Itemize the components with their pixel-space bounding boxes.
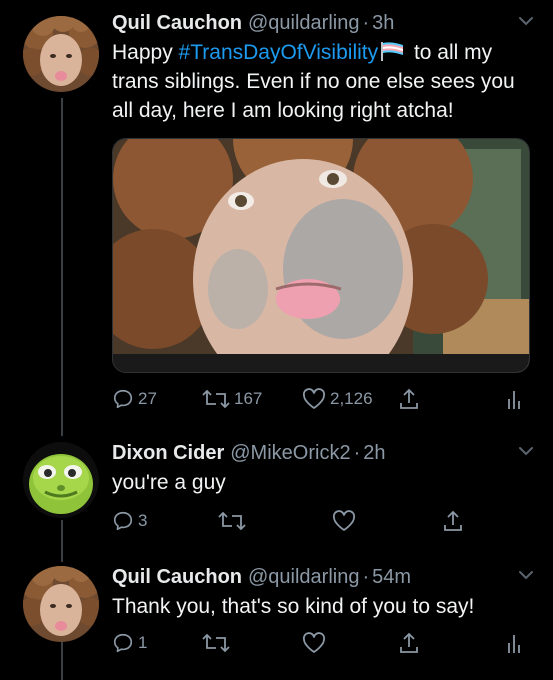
heart-icon	[302, 388, 326, 409]
chevron-down-icon[interactable]	[517, 568, 535, 582]
like-button[interactable]	[332, 508, 356, 534]
reply-icon	[113, 633, 133, 653]
tweet-header: Quil Cauchon @quildarling · 3h	[112, 10, 539, 36]
chevron-down-icon[interactable]	[517, 444, 535, 458]
tweet-text: Happy #TransDayOfVisibility to all my tr…	[112, 38, 539, 125]
tweet-actions: 1	[112, 630, 532, 656]
hashtag-link[interactable]: #TransDayOfVisibility	[179, 41, 379, 64]
timestamp[interactable]: 3h	[372, 10, 394, 36]
analytics-button[interactable]	[506, 386, 524, 412]
display-name[interactable]: Quil Cauchon	[112, 10, 242, 36]
like-button[interactable]	[302, 630, 326, 656]
user-handle[interactable]: @quildarling	[248, 10, 359, 36]
avatar[interactable]	[23, 566, 99, 642]
tweet-text-part: trans siblings. Even if no one else sees…	[112, 70, 515, 122]
reply-button[interactable]: 1	[112, 630, 147, 656]
tweet-text: Thank you, that's so kind of you to say!	[112, 595, 475, 618]
timestamp[interactable]: 2h	[363, 440, 385, 466]
analytics-button[interactable]	[506, 630, 524, 656]
tweet-actions: 27 167 2,126	[112, 386, 532, 412]
tweet-text: you're a guy	[112, 471, 226, 494]
tweet-actions: 3	[112, 508, 532, 534]
tweet-header: Dixon Cider @MikeOrick2 · 2h	[112, 440, 539, 466]
reply-button[interactable]: 27	[112, 386, 157, 412]
separator: ·	[353, 442, 361, 464]
analytics-icon	[508, 391, 520, 409]
retweet-icon	[218, 511, 246, 531]
tweet[interactable]: Quil Cauchon @quildarling · 54m Thank yo…	[0, 556, 553, 680]
avatar[interactable]	[23, 442, 99, 518]
user-handle[interactable]: @quildarling	[248, 564, 359, 590]
like-count: 2,126	[330, 389, 373, 408]
retweet-count: 167	[234, 389, 263, 408]
reply-button[interactable]: 3	[112, 508, 147, 534]
reply-icon	[113, 511, 133, 531]
tweet-text-part: to all my	[408, 41, 493, 64]
share-button[interactable]	[442, 508, 464, 534]
reply-count: 1	[138, 633, 148, 652]
tweet[interactable]: Quil Cauchon @quildarling · 3h Happy #Tr…	[0, 0, 553, 430]
share-icon	[400, 388, 418, 409]
analytics-icon	[508, 635, 520, 653]
timestamp[interactable]: 54m	[372, 564, 411, 590]
separator: ·	[362, 12, 370, 34]
reply-count: 27	[138, 389, 157, 408]
retweet-button[interactable]: 167	[202, 386, 262, 412]
transgender-flag-icon	[381, 42, 404, 61]
share-icon	[444, 510, 462, 531]
retweet-button[interactable]	[202, 630, 230, 656]
share-button[interactable]	[398, 630, 420, 656]
share-icon	[400, 632, 418, 653]
heart-icon	[332, 510, 356, 531]
retweet-icon	[202, 633, 230, 653]
chevron-down-icon[interactable]	[517, 14, 535, 28]
reply-count: 3	[138, 511, 148, 530]
avatar[interactable]	[23, 16, 99, 92]
tweet-header: Quil Cauchon @quildarling · 54m	[112, 564, 539, 590]
tweet[interactable]: Dixon Cider @MikeOrick2 · 2h you're a gu…	[0, 432, 553, 550]
share-button[interactable]	[398, 386, 420, 412]
separator: ·	[362, 566, 370, 588]
user-handle[interactable]: @MikeOrick2	[230, 440, 350, 466]
like-button[interactable]: 2,126	[302, 386, 373, 412]
retweet-icon	[202, 389, 230, 409]
retweet-button[interactable]	[218, 508, 246, 534]
display-name[interactable]: Dixon Cider	[112, 440, 224, 466]
display-name[interactable]: Quil Cauchon	[112, 564, 242, 590]
tweet-text-part: Happy	[112, 41, 179, 64]
tweet-photo[interactable]	[112, 138, 530, 373]
heart-icon	[302, 632, 326, 653]
reply-icon	[113, 389, 133, 409]
